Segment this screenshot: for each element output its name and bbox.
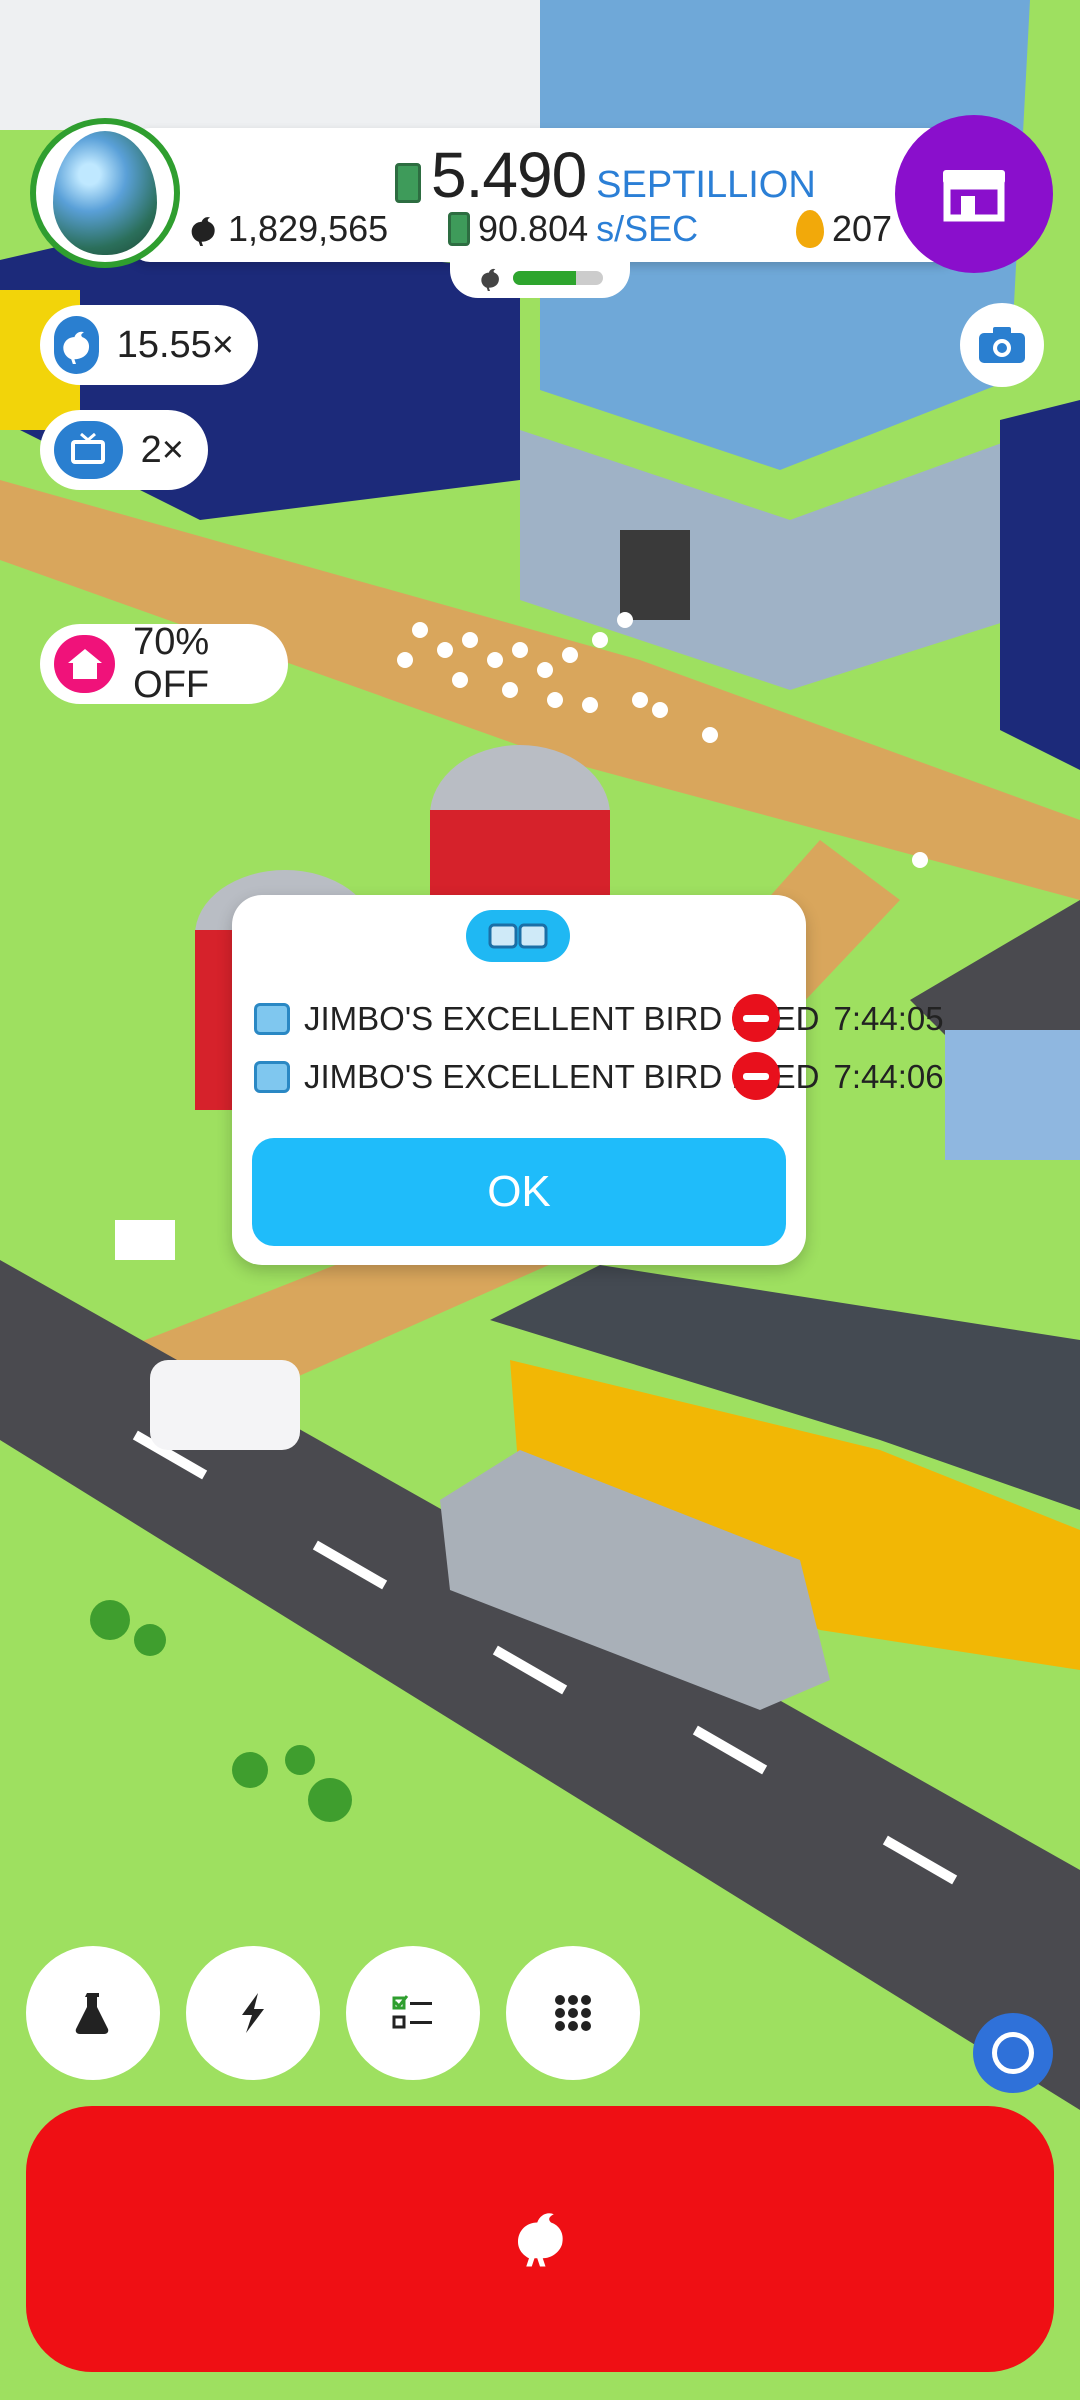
- flask-icon: [75, 1993, 109, 2034]
- money-value: 5.490: [431, 139, 587, 211]
- checklist-icon: [392, 1995, 432, 2029]
- boost-item: JIMBO'S EXCELLENT BIRD FEED 7:44:05: [254, 994, 944, 1044]
- tv-icon: [54, 421, 123, 479]
- egg-avatar-icon: [53, 131, 157, 255]
- video-multiplier-pill[interactable]: 2×: [40, 410, 208, 490]
- hatchery-progress-fill: [513, 271, 576, 285]
- chicken-count-value: 1,829,565: [228, 208, 389, 249]
- cash-icon: [395, 163, 421, 203]
- remove-boost-button[interactable]: [732, 1052, 780, 1100]
- money-display: 5.490 SEPTILLION: [395, 138, 816, 212]
- golden-egg-icon: [796, 210, 824, 248]
- boost-item: JIMBO'S EXCELLENT BIRD FEED 7:44:06: [254, 1052, 944, 1102]
- research-button[interactable]: [26, 1946, 160, 2080]
- chicken-boost-icon: [54, 316, 99, 374]
- hatchery-status[interactable]: [450, 258, 630, 298]
- hatch-chicken-button[interactable]: [26, 2106, 1054, 2372]
- income-rate: 90.804 s/SEC: [448, 208, 698, 250]
- boost-item-time: 7:44:05: [833, 1000, 944, 1037]
- chicken-multiplier-value: 15.55×: [116, 323, 234, 366]
- remove-boost-button[interactable]: [732, 994, 780, 1042]
- golden-egg-count: 207: [796, 208, 892, 250]
- golden-egg-value: 207: [832, 208, 893, 249]
- boosts-button[interactable]: [186, 1946, 320, 2080]
- cash-icon: [448, 212, 470, 246]
- assistant-icon[interactable]: [973, 2013, 1053, 2093]
- chicken-multiplier-pill[interactable]: 15.55×: [40, 305, 258, 385]
- boost-ticket-icon: [488, 923, 548, 949]
- income-value: 90.804: [478, 208, 589, 249]
- grid-icon: [555, 1995, 591, 2031]
- shop-icon: [943, 170, 1005, 222]
- warehouse-roof: [0, 0, 560, 130]
- bolt-icon: [242, 1993, 264, 2033]
- right-warehouse: [1000, 400, 1080, 770]
- chicken-small-icon: [481, 268, 499, 291]
- bird-feed-icon: [254, 1061, 290, 1093]
- ok-button[interactable]: OK: [252, 1138, 786, 1246]
- tower-door: [620, 530, 690, 620]
- shop-button[interactable]: [895, 115, 1053, 273]
- home-icon: [54, 635, 116, 693]
- mailbox: [115, 1220, 175, 1260]
- video-multiplier-value: 2×: [140, 428, 184, 471]
- van: [150, 1360, 300, 1450]
- discount-pill[interactable]: 70% OFF: [40, 621, 288, 706]
- boost-item-time: 7:44:06: [833, 1058, 944, 1095]
- chicken-count: 1,829,565: [186, 208, 388, 250]
- money-unit: SEPTILLION: [596, 164, 816, 206]
- discount-label: 70% OFF: [133, 621, 210, 706]
- chicken-icon: [191, 217, 215, 246]
- glass-house-wall: [945, 1030, 1080, 1160]
- camera-icon: [979, 327, 1025, 363]
- camera-button[interactable]: [960, 303, 1044, 387]
- missions-button[interactable]: [346, 1946, 480, 2080]
- menu-button[interactable]: [506, 1946, 640, 2080]
- egg-avatar[interactable]: [30, 118, 180, 268]
- boost-tickets-badge: [466, 910, 570, 962]
- chicken-icon: [518, 2213, 563, 2267]
- hatchery-progress-bar: [513, 271, 603, 285]
- bird-feed-icon: [254, 1003, 290, 1035]
- income-unit: s/SEC: [596, 208, 699, 249]
